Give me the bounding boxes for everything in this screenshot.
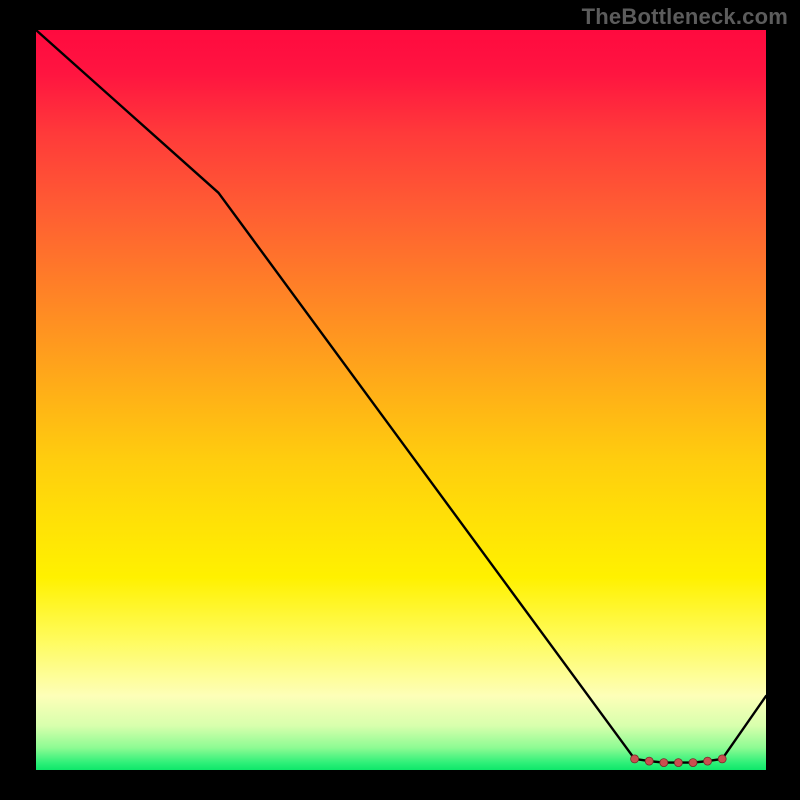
curve-line xyxy=(36,30,766,763)
marker-point xyxy=(704,757,712,765)
marker-point xyxy=(718,755,726,763)
chart-frame: TheBottleneck.com xyxy=(0,0,800,800)
marker-group xyxy=(631,755,727,767)
marker-point xyxy=(660,759,668,767)
marker-point xyxy=(645,757,653,765)
chart-svg xyxy=(36,30,766,770)
marker-point xyxy=(631,755,639,763)
watermark-text: TheBottleneck.com xyxy=(582,4,788,30)
marker-point xyxy=(689,759,697,767)
line-series xyxy=(36,30,766,763)
marker-point xyxy=(674,759,682,767)
